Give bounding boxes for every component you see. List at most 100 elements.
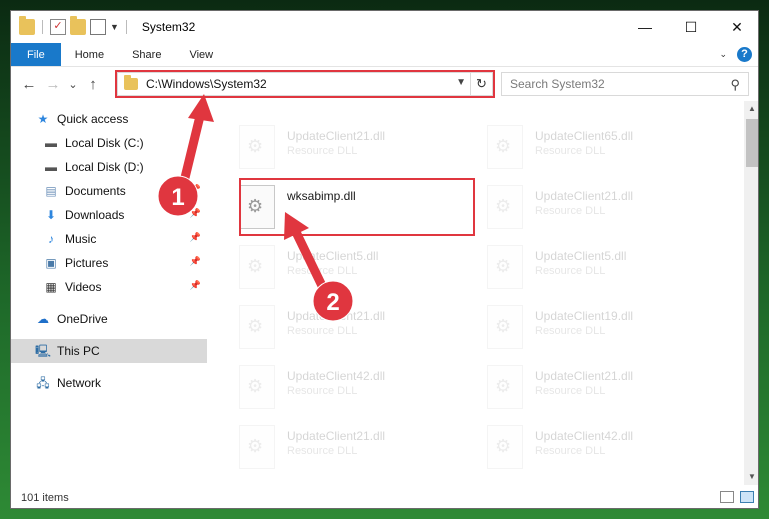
search-input[interactable]	[510, 77, 720, 91]
dll-file-icon	[487, 245, 523, 289]
help-icon[interactable]: ?	[737, 47, 752, 62]
file-type: Resource DLL	[287, 145, 358, 157]
sidebar-item-pictures[interactable]: ▣ Pictures 📌	[11, 251, 207, 275]
ribbon-right: ⌄ ?	[719, 47, 752, 62]
dll-file-icon	[487, 305, 523, 349]
file-type: Resource DLL	[287, 445, 358, 457]
navigation-pane: ★ Quick access ▬ Local Disk (C:) ▬ Local…	[11, 107, 207, 485]
close-button[interactable]: ✕	[714, 11, 758, 43]
file-type: Resource DLL	[535, 145, 606, 157]
list-item[interactable]: UpdateClient21.dll Resource DLL	[217, 419, 457, 477]
dll-file-icon	[239, 305, 275, 349]
search-icon[interactable]: ⚲	[730, 77, 740, 93]
up-button[interactable]: ↑	[81, 76, 105, 93]
file-type: Resource DLL	[535, 385, 606, 397]
tab-share[interactable]: Share	[118, 43, 175, 66]
vertical-scrollbar[interactable]: ▲ ▼	[744, 101, 758, 485]
file-highlight-box	[239, 178, 475, 236]
properties-check-icon[interactable]: ✓	[50, 19, 66, 35]
sidebar-item-downloads[interactable]: ⬇ Downloads 📌	[11, 203, 207, 227]
window-controls: — ☐ ✕	[622, 11, 758, 43]
file-name: UpdateClient21.dll	[287, 429, 386, 443]
file-name: UpdateClient42.dll	[535, 429, 634, 443]
pin-icon[interactable]: 📌	[190, 184, 201, 195]
drive-icon: ▬	[45, 160, 57, 174]
forward-button[interactable]: →	[41, 76, 65, 93]
tiles-view-icon[interactable]	[740, 491, 754, 503]
list-item[interactable]: UpdateClient19.dll Resource DLL	[465, 299, 705, 357]
file-type: Resource DLL	[535, 445, 606, 457]
file-list: UpdateClient21.dll Resource DLL wksabimp…	[207, 101, 744, 485]
file-type: Resource DLL	[287, 385, 358, 397]
list-item[interactable]: UpdateClient5.dll Resource DLL	[465, 239, 705, 297]
new-folder-icon[interactable]	[70, 16, 86, 35]
tab-file[interactable]: File	[11, 43, 61, 66]
maximize-button[interactable]: ☐	[668, 11, 714, 43]
pin-icon[interactable]: 📌	[190, 280, 201, 291]
explorer-window: ✓ ▼ System32 — ☐ ✕ File Home Share View …	[10, 10, 759, 509]
list-item[interactable]: UpdateClient21.dll Resource DLL	[465, 359, 705, 417]
computer-icon: 🖳	[35, 344, 52, 358]
cloud-icon: ☁	[37, 312, 49, 326]
search-box[interactable]: ⚲	[501, 72, 749, 96]
dll-file-icon	[487, 125, 523, 169]
list-item[interactable]: UpdateClient21.dll Resource DLL	[217, 119, 457, 177]
list-item[interactable]: UpdateClient65.dll Resource DLL	[465, 119, 705, 177]
music-icon: ♪	[48, 232, 54, 246]
recent-locations-button[interactable]: ⌄	[65, 78, 81, 91]
customize-icon[interactable]	[90, 19, 106, 35]
sidebar-item-network[interactable]: 🖧 Network	[11, 371, 207, 395]
file-type: Resource DLL	[287, 265, 358, 277]
navigation-bar: ← → ⌄ ↑ C:\Windows\System32 ▼ ↻ ⚲	[11, 67, 758, 101]
list-item[interactable]: UpdateClient42.dll Resource DLL	[217, 359, 457, 417]
sidebar-item-documents[interactable]: ▤ Documents 📌	[11, 179, 207, 203]
file-type: Resource DLL	[287, 325, 358, 337]
quick-access-toolbar: ✓ ▼ System32	[11, 11, 195, 43]
drive-icon: ▬	[45, 136, 57, 150]
network-icon: 🖧	[36, 376, 50, 390]
pin-icon[interactable]: 📌	[190, 208, 201, 219]
dll-file-icon	[239, 125, 275, 169]
file-type: Resource DLL	[535, 265, 606, 277]
sidebar-item-label: Music	[65, 232, 97, 246]
dll-file-icon	[239, 425, 275, 469]
list-item[interactable]: UpdateClient42.dll Resource DLL	[465, 419, 705, 477]
dll-file-icon	[487, 425, 523, 469]
sidebar-item-label: OneDrive	[57, 312, 108, 326]
file-name: UpdateClient21.dll	[287, 309, 386, 323]
list-item[interactable]: UpdateClient21.dll Resource DLL	[465, 179, 705, 237]
list-item[interactable]: UpdateClient21.dll Resource DLL	[217, 299, 457, 357]
sidebar-item-label: Pictures	[65, 256, 109, 270]
file-name: UpdateClient19.dll	[535, 309, 634, 323]
file-name: UpdateClient21.dll	[287, 129, 386, 143]
tab-view[interactable]: View	[175, 43, 227, 66]
sidebar-item-quick-access[interactable]: ★ Quick access	[11, 107, 207, 131]
sidebar-item-label: This PC	[57, 344, 100, 358]
dll-file-icon	[239, 365, 275, 409]
window-title: System32	[141, 20, 196, 34]
documents-icon: ▤	[45, 184, 57, 198]
sidebar-item-onedrive[interactable]: ☁ OneDrive	[11, 307, 207, 331]
ribbon-tabs: File Home Share View ⌄ ?	[11, 43, 758, 67]
expand-ribbon-icon[interactable]: ⌄	[719, 49, 727, 60]
pin-icon[interactable]: 📌	[190, 256, 201, 267]
sidebar-item-label: Local Disk (D:)	[65, 160, 144, 174]
title-bar: ✓ ▼ System32 — ☐ ✕	[11, 11, 758, 43]
back-button[interactable]: ←	[17, 76, 41, 93]
scroll-down-icon[interactable]: ▼	[744, 469, 758, 485]
sidebar-item-videos[interactable]: ▦ Videos 📌	[11, 275, 207, 299]
sidebar-item-this-pc[interactable]: 🖳 This PC	[11, 339, 207, 363]
sidebar-item-music[interactable]: ♪ Music 📌	[11, 227, 207, 251]
chevron-down-icon[interactable]: ▼	[110, 22, 119, 32]
scroll-up-icon[interactable]: ▲	[744, 101, 758, 117]
sidebar-item-local-disk-d[interactable]: ▬ Local Disk (D:)	[11, 155, 207, 179]
minimize-button[interactable]: —	[622, 11, 668, 43]
dll-file-icon	[487, 365, 523, 409]
sidebar-item-local-disk-c[interactable]: ▬ Local Disk (C:)	[11, 131, 207, 155]
scroll-thumb[interactable]	[746, 119, 758, 167]
tab-home[interactable]: Home	[61, 43, 118, 66]
list-item[interactable]: UpdateClient5.dll Resource DLL	[217, 239, 457, 297]
details-view-icon[interactable]	[720, 491, 734, 503]
pin-icon[interactable]: 📌	[190, 232, 201, 243]
pictures-icon: ▣	[45, 256, 57, 270]
